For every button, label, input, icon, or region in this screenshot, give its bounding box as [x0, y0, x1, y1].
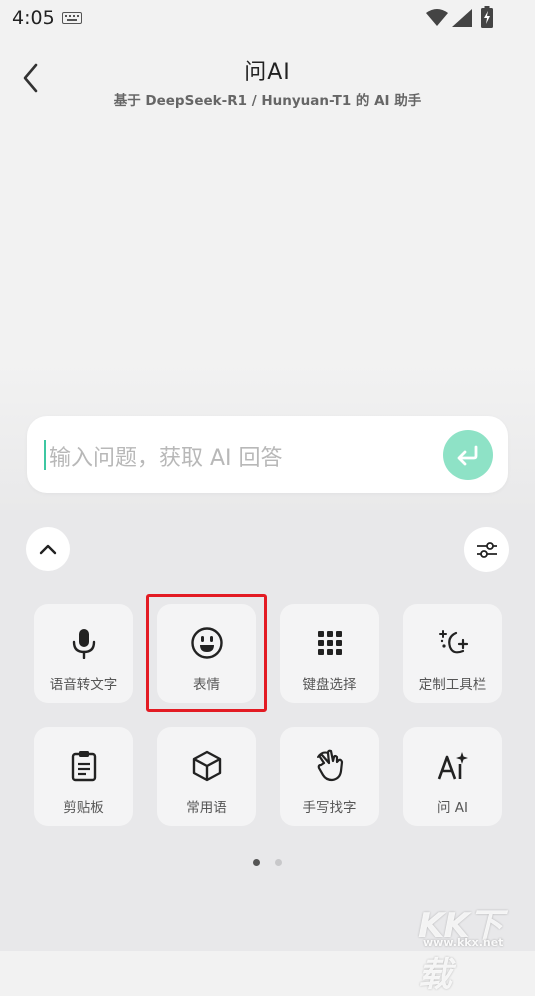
tile-ask-ai[interactable]: 问 AI	[403, 727, 502, 826]
enter-arrow-icon	[457, 445, 478, 466]
magic-sparkle-icon	[438, 630, 468, 654]
tile-customize-toolbar[interactable]: 定制工具栏	[403, 604, 502, 703]
ai-sparkle-icon	[437, 752, 468, 780]
wifi-icon	[426, 9, 448, 26]
page-dot[interactable]	[275, 859, 282, 866]
tile-label: 剪贴板	[63, 800, 104, 816]
toolbar-settings-button[interactable]	[464, 527, 509, 572]
keyboard-status-icon	[62, 12, 82, 24]
page-subtitle: 基于 DeepSeek-R1 / Hunyuan-T1 的 AI 助手	[113, 93, 422, 109]
tile-keyboard-select[interactable]: 键盘选择	[280, 604, 379, 703]
battery-charging-icon	[481, 6, 493, 28]
input-placeholder: 输入问题，获取 AI 回答	[49, 446, 283, 471]
send-button[interactable]	[443, 430, 493, 480]
header: 问AI 基于 DeepSeek-R1 / Hunyuan-T1 的 AI 助手	[0, 54, 535, 109]
highlight-box	[146, 594, 267, 712]
tile-common-phrases[interactable]: 常用语	[157, 727, 256, 826]
clipboard-icon	[71, 751, 96, 782]
status-time: 4:05	[12, 7, 55, 29]
tile-label: 常用语	[186, 800, 227, 816]
text-cursor	[44, 440, 46, 470]
tile-label: 问 AI	[436, 800, 468, 816]
cellular-signal-icon	[452, 9, 472, 27]
tile-voice-to-text[interactable]: 语音转文字	[34, 604, 133, 703]
tile-label: 定制工具栏	[418, 677, 487, 693]
chevron-up-icon	[39, 544, 57, 555]
tile-clipboard[interactable]: 剪贴板	[34, 727, 133, 826]
question-input[interactable]: 输入问题，获取 AI 回答	[27, 416, 508, 493]
handwriting-icon	[316, 749, 343, 782]
page-dot-active[interactable]	[253, 859, 260, 866]
page-title: 问AI	[244, 60, 291, 85]
tile-label: 键盘选择	[302, 677, 357, 693]
status-bar: 4:05	[0, 0, 535, 36]
tile-label: 手写找字	[302, 800, 357, 816]
microphone-icon	[72, 629, 95, 659]
watermark-url: www.kkx.net	[423, 936, 504, 949]
collapse-button[interactable]	[26, 527, 70, 571]
keyboard-grid-icon	[317, 631, 342, 655]
cube-icon	[192, 750, 221, 782]
watermark: KK下载 www.kkx.net	[418, 898, 533, 995]
tile-handwriting[interactable]: 手写找字	[280, 727, 379, 826]
tile-label: 语音转文字	[49, 677, 118, 693]
sliders-icon	[476, 541, 497, 558]
